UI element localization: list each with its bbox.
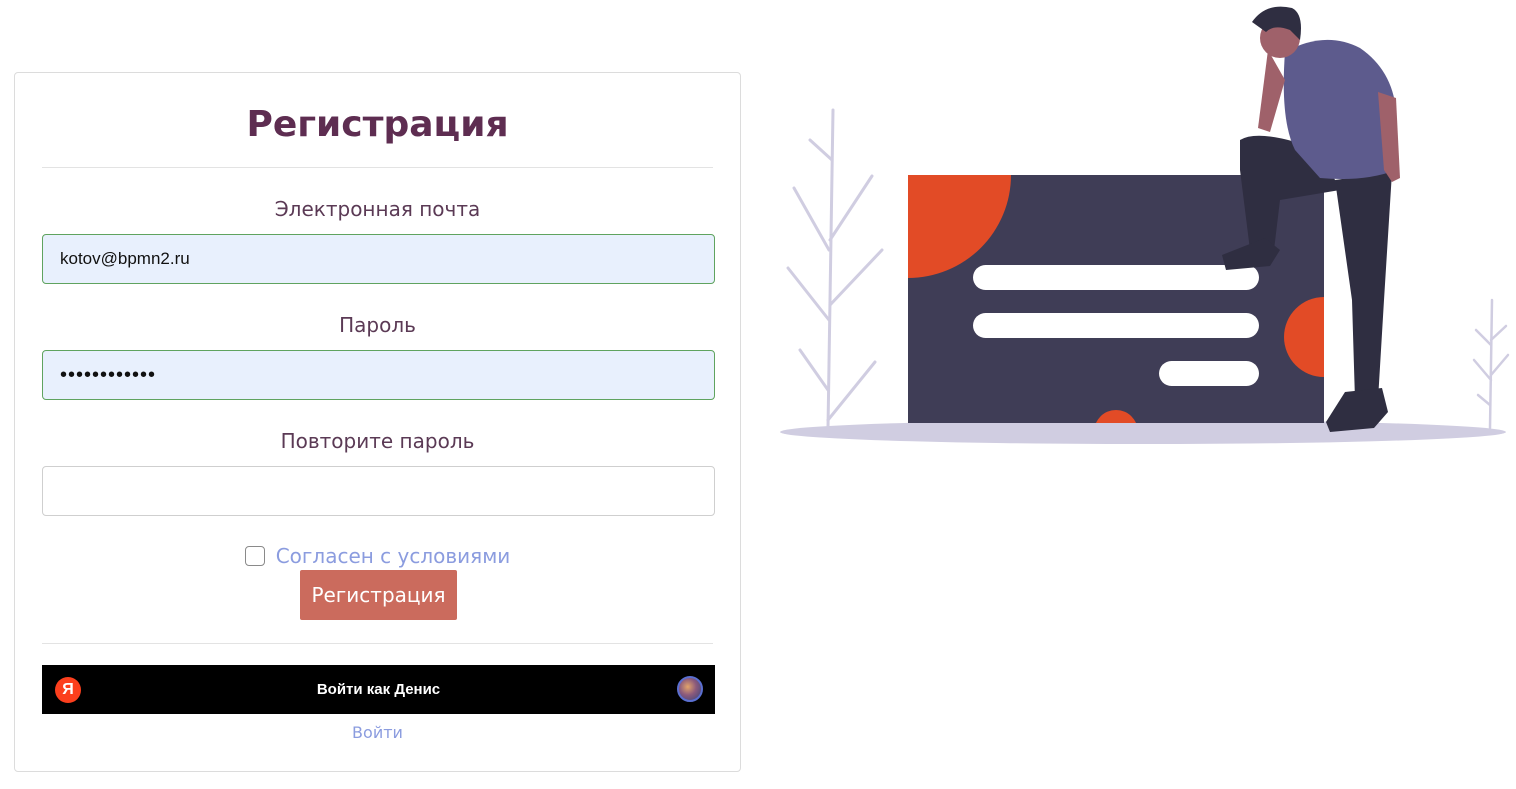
left-plant-icon — [786, 108, 884, 430]
yandex-login-button[interactable]: Я Войти как Денис — [42, 665, 715, 714]
agree-label[interactable]: Согласен с условиями — [276, 544, 511, 568]
repeat-password-field[interactable] — [42, 466, 715, 516]
user-avatar — [677, 676, 703, 702]
registration-card: Регистрация Электронная почта kotov@bpmn… — [14, 72, 741, 772]
agree-row: Согласен с условиями — [15, 542, 740, 570]
login-link[interactable]: Войти — [15, 723, 740, 742]
password-field[interactable]: •••••••••••• — [42, 350, 715, 400]
email-field[interactable]: kotov@bpmn2.ru — [42, 234, 715, 284]
yandex-login-label: Войти как Денис — [316, 681, 441, 698]
right-plant-icon — [1472, 298, 1510, 430]
board-bar-3 — [1159, 361, 1259, 386]
password-label: Пароль — [339, 313, 416, 337]
board-bar-2 — [973, 313, 1259, 338]
footer-divider — [42, 643, 713, 644]
email-label: Электронная почта — [274, 197, 481, 221]
board-bar-1 — [973, 265, 1259, 290]
page-title: Регистрация — [246, 104, 509, 145]
ground-shadow — [780, 420, 1506, 444]
accent-circle-top — [908, 175, 1011, 278]
agree-checkbox[interactable] — [244, 546, 265, 566]
repeat-password-label: Повторите пароль — [280, 429, 475, 453]
title-divider — [42, 167, 713, 168]
register-button[interactable]: Регистрация — [300, 570, 457, 620]
registration-illustration — [780, 6, 1510, 444]
accent-circle-right — [1284, 297, 1324, 377]
